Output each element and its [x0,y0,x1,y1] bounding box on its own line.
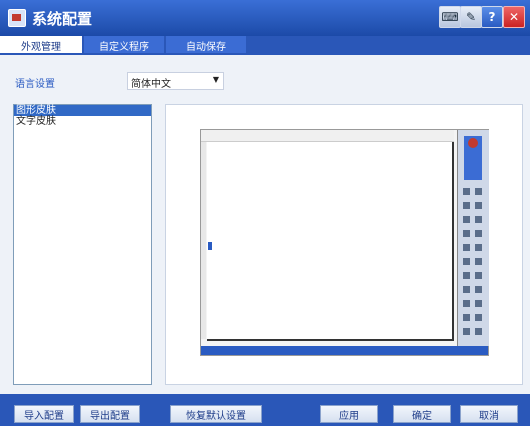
pen-settings-icon: ✎ [465,10,477,24]
preview-tool-icon [475,286,482,293]
preview-tool-icon [475,328,482,335]
preview-tool-icon [475,272,482,279]
list-item-graphic-skin[interactable]: 图形皮肤 [14,105,151,116]
preview-tool-icon [463,216,470,223]
preview-tool-icon [463,230,470,237]
tab-appearance[interactable]: 外观管理 [0,36,82,54]
tab-bar: 外观管理 自定义程序 自动保存 [0,36,530,54]
preview-tool-icon [475,314,482,321]
cancel-button[interactable]: 取消 [460,405,518,423]
preview-tool-icon [463,188,470,195]
preview-logo [464,136,482,180]
preview-toolbar [457,130,489,346]
preview-canvas [207,142,454,341]
preview-tool-icon [463,300,470,307]
pen-settings-button[interactable]: ✎ [460,6,482,28]
app-icon [8,9,26,27]
keyboard-button[interactable]: ⌨ [439,6,461,28]
keyboard-icon: ⌨ [441,10,459,24]
tab-custom-programs[interactable]: 自定义程序 [84,36,164,54]
preview-tool-icon [475,188,482,195]
language-label: 语言设置 [15,79,55,90]
preview-tool-icon [463,244,470,251]
preview-tool-icon [463,328,470,335]
ok-button[interactable]: 确定 [393,405,451,423]
restore-defaults-button[interactable]: 恢复默认设置 [170,405,262,423]
preview-tool-icon [463,286,470,293]
preview-marker [208,242,212,250]
list-item-text-skin[interactable]: 文字皮肤 [14,116,151,127]
preview-tool-icon [463,258,470,265]
preview-tool-icon [475,216,482,223]
preview-ruler [201,130,454,142]
help-button[interactable]: ? [481,6,503,28]
preview-tool-icon [475,258,482,265]
help-icon: ? [488,10,496,24]
preview-tool-icon [475,230,482,237]
apply-button[interactable]: 应用 [320,405,378,423]
skin-list[interactable]: 图形皮肤 文字皮肤 [13,104,152,385]
title-bar: 系统配置 ⌨ ✎ ? ✕ [0,0,530,36]
window-title: 系统配置 [32,10,93,28]
import-config-button[interactable]: 导入配置 [14,405,74,423]
preview-tool-icon [463,202,470,209]
preview-tool-icon [475,202,482,209]
preview-tool-icon [475,244,482,251]
preview-tool-icon [475,300,482,307]
preview-left-strip [201,142,206,339]
chevron-down-icon: ▼ [212,75,219,84]
close-button[interactable]: ✕ [503,6,525,28]
preview-tool-icon [463,314,470,321]
language-select-value: 简体中文 [131,79,171,90]
close-icon: ✕ [508,10,520,24]
language-select[interactable]: 简体中文 ▼ [127,72,224,90]
preview-status-bar [201,346,488,355]
skin-preview-image [200,129,489,356]
preview-tool-icon [463,272,470,279]
tab-autosave[interactable]: 自动保存 [166,36,246,54]
export-config-button[interactable]: 导出配置 [80,405,140,423]
